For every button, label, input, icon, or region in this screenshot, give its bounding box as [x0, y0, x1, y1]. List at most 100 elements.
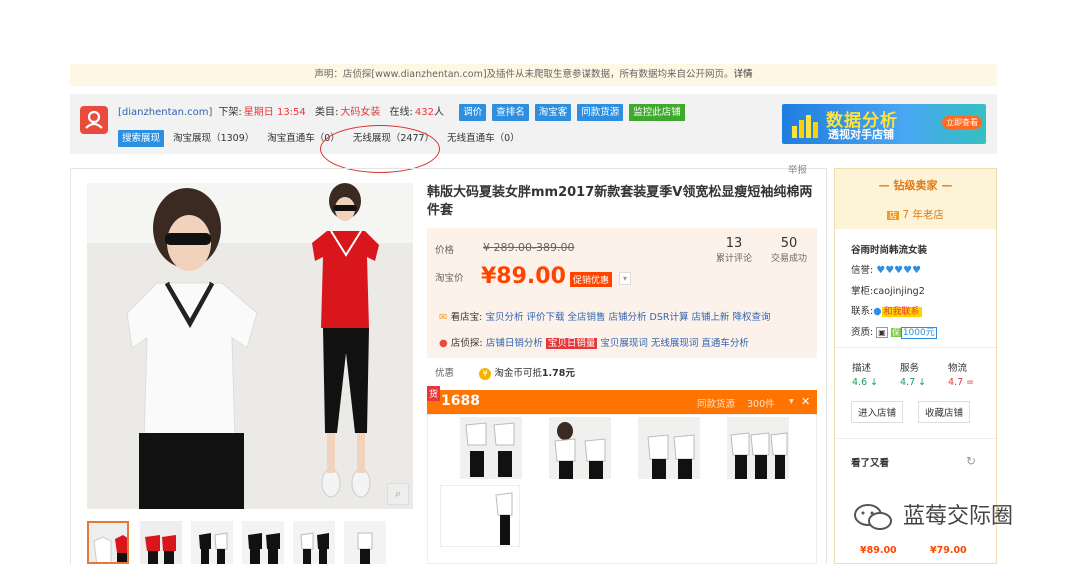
sales-count: 50 — [780, 236, 798, 251]
contact-button[interactable]: 和我联系 — [881, 307, 922, 317]
disclaimer-text: 声明：店侦探[www.dianzhentan.com]及插件从未爬取生意参谋数据… — [314, 69, 734, 80]
same-source-label: 同款货源 — [697, 399, 736, 410]
supply-item-1[interactable] — [460, 417, 522, 479]
coin-icon: ¥ — [479, 368, 492, 380]
enter-shop-button[interactable]: 进入店铺 — [851, 401, 904, 423]
kdb-shop-analysis-link[interactable]: 店铺分析 — [609, 312, 647, 323]
reviews-count: 13 — [725, 236, 743, 251]
dianzhentan-label: 店侦探: — [450, 338, 483, 349]
brand-1688-logo: 1688 — [441, 393, 480, 409]
online-value: 432 — [414, 107, 434, 118]
taobaoke-button[interactable]: 淘宝客 — [534, 104, 572, 121]
mail-icon: ✉ — [439, 312, 448, 323]
sidebar-divider — [835, 347, 996, 348]
dzt-item-daily-sales-link[interactable]: 宝贝日销量 — [545, 338, 598, 349]
thumbnail-4[interactable] — [242, 521, 284, 564]
toolbar-info-row: [dianzhentan.com] 下架: 星期日 13:54 类目: 大码女装 在线… — [118, 104, 691, 121]
sidebar-divider-2 — [835, 438, 996, 439]
listed-value: 星期日 13:54 — [243, 107, 306, 118]
kdb-shop-sales-link[interactable]: 全店销售 — [568, 312, 606, 323]
deposit-amount: 1000元 — [900, 327, 937, 339]
wangwang-icon: ● — [873, 306, 882, 317]
taobao-exposure-link[interactable]: 淘宝展现（1309） — [173, 133, 254, 144]
rating-logistics: 物流 4.7 = — [948, 363, 975, 388]
kandianbao-label: 看店宝: — [450, 312, 483, 323]
dzt-wireless-words-link[interactable]: 无线展现词 — [651, 338, 699, 349]
favorite-shop-button[interactable]: 收藏店铺 — [918, 401, 971, 423]
dianzhentan-logo-icon — [80, 106, 108, 134]
seen-also-heading: 看了又看 — [851, 458, 890, 469]
product-title: 韩版大码夏装女胖mm2017新款套装夏季V领宽松显瘦短袖纯棉两件套 — [427, 185, 813, 218]
shop-icon: 店 — [887, 211, 900, 220]
supply-count: 300件 — [747, 399, 775, 410]
supply-badge: 货 — [427, 386, 441, 401]
dianzhentan-row: ● 店侦探: 店铺日销分析 宝贝日销量 宝贝展现词 无线展现词 直通车分析 — [439, 335, 752, 349]
reviews-stat[interactable]: 13 累计评论 — [709, 236, 759, 264]
main-product-image[interactable]: ⌕ — [87, 183, 413, 509]
supply-item-5[interactable] — [439, 484, 521, 548]
seller-level: — 钻级卖家 — — [878, 179, 953, 192]
wechat-icon — [854, 504, 892, 530]
contact-row: 联系:● 和我联系 — [851, 306, 922, 317]
thumbnail-2[interactable] — [140, 521, 182, 564]
ad-subtitle: 透视对手店铺 — [828, 128, 894, 141]
sales-stat: 50 交易成功 — [765, 236, 813, 264]
credit-row: 信誉: ♥♥♥♥♥ — [851, 265, 922, 276]
refresh-icon[interactable]: ↻ — [966, 454, 976, 468]
zoom-icon[interactable]: ⌕ — [387, 483, 409, 505]
adjust-price-button[interactable]: 调价 — [459, 104, 487, 121]
arrow-down-icon: ▾ — [789, 396, 794, 407]
site-link[interactable]: [dianzhentan.com] — [118, 107, 212, 118]
original-price: ¥ 289.00-389.00 — [483, 241, 575, 254]
kandianbao-row: ✉ 看店宝: 宝贝分析 评价下载 全店销售 店铺分析 DSR计算 店铺上新 降权查询 — [439, 309, 774, 323]
search-exposure-button[interactable]: 搜索展现 — [118, 130, 165, 147]
close-icon[interactable]: ✕ — [801, 395, 810, 408]
offer-row: 优惠 ¥ 淘金币可抵1.78元 — [435, 365, 575, 380]
wireless-ztc-link[interactable]: 无线直通车（0） — [447, 133, 520, 144]
recommend-price-1: ¥89.00 — [860, 545, 897, 556]
report-link[interactable]: 举报 — [788, 162, 807, 176]
category-value[interactable]: 大码女装 — [340, 107, 380, 118]
kdb-review-download-link[interactable]: 评价下载 — [526, 312, 564, 323]
taobao-price-label: 淘宝价 — [435, 273, 464, 284]
offer-label: 优惠 — [435, 368, 455, 379]
dzt-ztc-analysis-link[interactable]: 直通车分析 — [701, 338, 749, 349]
kdb-new-items-link[interactable]: 店铺上新 — [691, 312, 729, 323]
deposit-icon: 保 — [890, 328, 901, 337]
product-photo-illustration — [87, 183, 413, 509]
qualification-row: 资质: ▣ 保 1000元 — [851, 327, 937, 339]
supply-header-bar: 货 1688 同款货源 300件 ▾ ✕ — [427, 386, 817, 414]
check-ranking-button[interactable]: 查排名 — [492, 104, 529, 121]
thumbnail-5[interactable] — [293, 521, 335, 564]
kdb-dsr-link[interactable]: DSR计算 — [650, 312, 689, 323]
dzt-daily-sales-link[interactable]: 店铺日销分析 — [486, 338, 543, 349]
disclaimer-details-link[interactable]: 详情 — [734, 69, 753, 80]
supply-item-3[interactable] — [638, 417, 700, 479]
thumbnail-1[interactable] — [87, 521, 129, 564]
data-analysis-ad-banner[interactable]: 数据分析 透视对手店铺 立即查看 — [782, 104, 986, 144]
same-source-button[interactable]: 同款货源 — [577, 104, 624, 121]
kdb-demotion-link[interactable]: 降权查询 — [733, 312, 771, 323]
id-card-icon: ▣ — [876, 327, 888, 338]
kdb-item-analysis-link[interactable]: 宝贝分析 — [485, 312, 523, 323]
monitor-shop-button[interactable]: 监控此店铺 — [629, 104, 685, 121]
sales-label: 交易成功 — [770, 254, 807, 264]
dianzhentan-icon: ● — [439, 338, 448, 349]
price-label: 价格 — [435, 245, 455, 256]
dzt-exposure-words-link[interactable]: 宝贝展现词 — [600, 338, 648, 349]
promo-badge[interactable]: 促销优惠 — [570, 272, 613, 287]
thumbnail-3[interactable] — [191, 521, 233, 564]
rating-service: 服务 4.7 ↓ — [900, 363, 927, 388]
thumbnail-6[interactable] — [344, 521, 386, 564]
shop-name[interactable]: 谷雨时尚韩流女装 — [851, 242, 927, 256]
bar-chart-icon — [792, 115, 818, 138]
offer-text: 淘金币可抵 — [494, 368, 542, 379]
watermark-text: 蓝莓交际圈 — [903, 504, 1014, 529]
reviews-label: 累计评论 — [715, 254, 752, 264]
online-label: 在线: — [389, 107, 413, 118]
ad-cta-button[interactable]: 立即查看 — [942, 116, 982, 129]
supply-item-4[interactable] — [727, 417, 789, 479]
chevron-down-icon[interactable]: ▾ — [619, 272, 631, 285]
credit-diamond-icon: ♥♥♥♥♥ — [876, 265, 922, 276]
supply-item-2[interactable] — [549, 417, 611, 479]
